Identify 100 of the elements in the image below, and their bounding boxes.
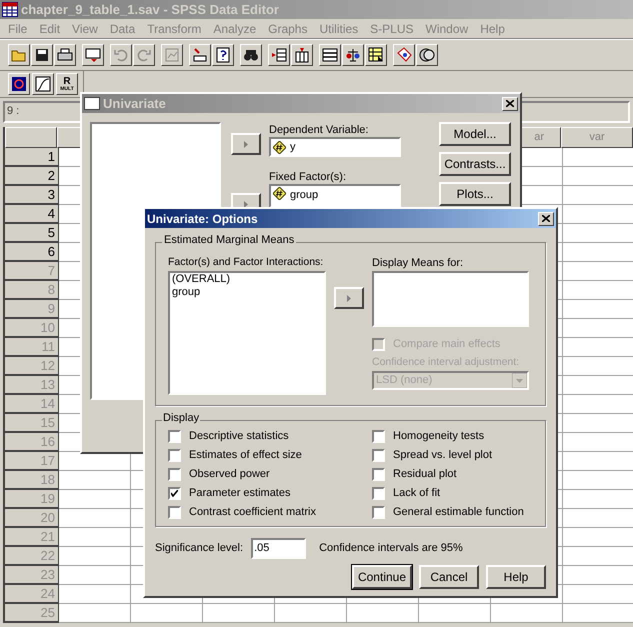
significance-field[interactable]: .05	[251, 538, 306, 558]
redo-icon	[136, 47, 152, 63]
dependent-field[interactable]: y	[269, 137, 401, 157]
save-icon	[34, 47, 50, 63]
split-file-icon	[322, 47, 338, 63]
group-label: Estimated Marginal Means	[162, 235, 296, 246]
row-header: 21	[5, 528, 59, 547]
checkbox[interactable]	[372, 487, 385, 500]
toolbar-button[interactable]	[54, 44, 76, 66]
toolbar-button[interactable]	[189, 44, 211, 66]
select-cases-icon	[368, 47, 384, 63]
confidence-text: Confidence intervals are 95%	[319, 540, 463, 556]
close-icon	[542, 215, 550, 222]
checkbox-label: Estimates of effect size	[189, 448, 302, 464]
checkbox-label: General estimable function	[393, 505, 524, 520]
display-means-list[interactable]	[372, 271, 529, 327]
toolbar-button[interactable]	[212, 44, 234, 66]
row-header: 2	[5, 167, 59, 186]
variable-name: group	[290, 188, 318, 203]
checkbox-label: Lack of fit	[393, 486, 440, 502]
toolbar-button[interactable]	[110, 44, 132, 66]
grid-icon	[2, 2, 18, 17]
dialog-button[interactable]: Cancel	[419, 565, 479, 589]
tag-icon	[396, 47, 412, 63]
field-label: Significance level:	[155, 540, 244, 556]
group-label: Display	[162, 413, 200, 424]
triangle-right-icon	[347, 294, 351, 302]
goto-case-icon	[192, 47, 208, 63]
factors-list[interactable]: (OVERALL) group	[168, 271, 326, 395]
move-button[interactable]	[231, 133, 261, 155]
dialog-button[interactable]: Continue	[352, 565, 412, 589]
list-label: Factor(s) and Factor Interactions:	[168, 255, 324, 270]
checkbox-label: Contrast coefficient matrix	[189, 505, 316, 520]
toolbar-button[interactable]	[319, 44, 341, 66]
row-header: 14	[5, 395, 59, 414]
toolbar-button[interactable]	[8, 73, 30, 95]
close-icon	[506, 100, 514, 107]
monitor-icon	[85, 47, 101, 63]
checkbox[interactable]	[168, 487, 181, 500]
field-label: Dependent Variable:	[269, 123, 370, 137]
toolbar-button[interactable]	[240, 44, 262, 66]
row-header: 23	[5, 566, 59, 585]
checkbox[interactable]	[372, 430, 385, 443]
list-item[interactable]: group	[172, 286, 322, 299]
toolbar-button[interactable]	[268, 44, 290, 66]
row-header: 6	[5, 243, 59, 262]
close-button[interactable]	[502, 96, 518, 110]
checkbox[interactable]	[168, 468, 181, 481]
dialog-button[interactable]: Plots...	[439, 182, 511, 206]
dropdown-arrow-icon	[512, 372, 527, 388]
dialog-button[interactable]: Contrasts...	[439, 152, 511, 176]
toolbar-button[interactable]	[365, 44, 387, 66]
dialog-button[interactable]: Model...	[439, 122, 511, 146]
row-header: 17	[5, 452, 59, 471]
row-header: 1	[5, 148, 59, 167]
checkbox[interactable]	[168, 430, 181, 443]
list-label: Display Means for:	[372, 256, 464, 271]
checkbox-label: Spread vs. level plot	[393, 448, 492, 464]
row-header: 24	[5, 585, 59, 604]
toolbar-button[interactable]	[82, 44, 104, 66]
row-header: 10	[5, 319, 59, 338]
toolbar-button[interactable]	[133, 44, 155, 66]
column-header: var	[561, 127, 633, 148]
window-title: chapter_9_table_1.sav - SPSS Data Editor	[21, 0, 279, 19]
toolbar-button[interactable]	[342, 44, 364, 66]
toolbar-button[interactable]	[32, 73, 54, 95]
circles-icon	[419, 47, 435, 63]
row-header: 22	[5, 547, 59, 566]
insert-case-icon	[271, 47, 287, 63]
scales-icon	[345, 47, 361, 63]
toolbar-button[interactable]	[291, 44, 313, 66]
variable-icon	[273, 140, 286, 154]
toolbar-button[interactable]	[393, 44, 415, 66]
checkbox-label: Residual plot	[393, 467, 457, 482]
insert-variable-icon	[294, 47, 310, 63]
field-label: Fixed Factor(s):	[269, 170, 348, 184]
toolbar-button[interactable]	[8, 44, 30, 66]
toolbar-button[interactable]	[31, 44, 53, 66]
variable-name: y	[290, 140, 296, 155]
row-header: 18	[5, 471, 59, 490]
move-button[interactable]	[334, 287, 364, 309]
checkbox-label: Parameter estimates	[189, 486, 290, 502]
row-header: 9	[5, 300, 59, 319]
dialog-button[interactable]: Help	[486, 565, 546, 589]
undo-icon	[113, 47, 129, 63]
row-header: 8	[5, 281, 59, 300]
row-header: 12	[5, 357, 59, 376]
row-header: 5	[5, 224, 59, 243]
checkbox-label: Descriptive statistics	[189, 429, 289, 444]
checkbox[interactable]	[372, 449, 385, 462]
row-header: 20	[5, 509, 59, 528]
checkbox[interactable]	[168, 449, 181, 462]
list-item[interactable]: (OVERALL)	[172, 273, 322, 286]
toolbar-button[interactable]	[161, 44, 183, 66]
factor-field[interactable]: group	[269, 184, 401, 208]
checkbox[interactable]	[168, 506, 181, 519]
checkbox[interactable]	[372, 468, 385, 481]
toolbar-button[interactable]	[416, 44, 438, 66]
close-button[interactable]	[538, 212, 554, 226]
checkbox[interactable]	[372, 506, 385, 519]
